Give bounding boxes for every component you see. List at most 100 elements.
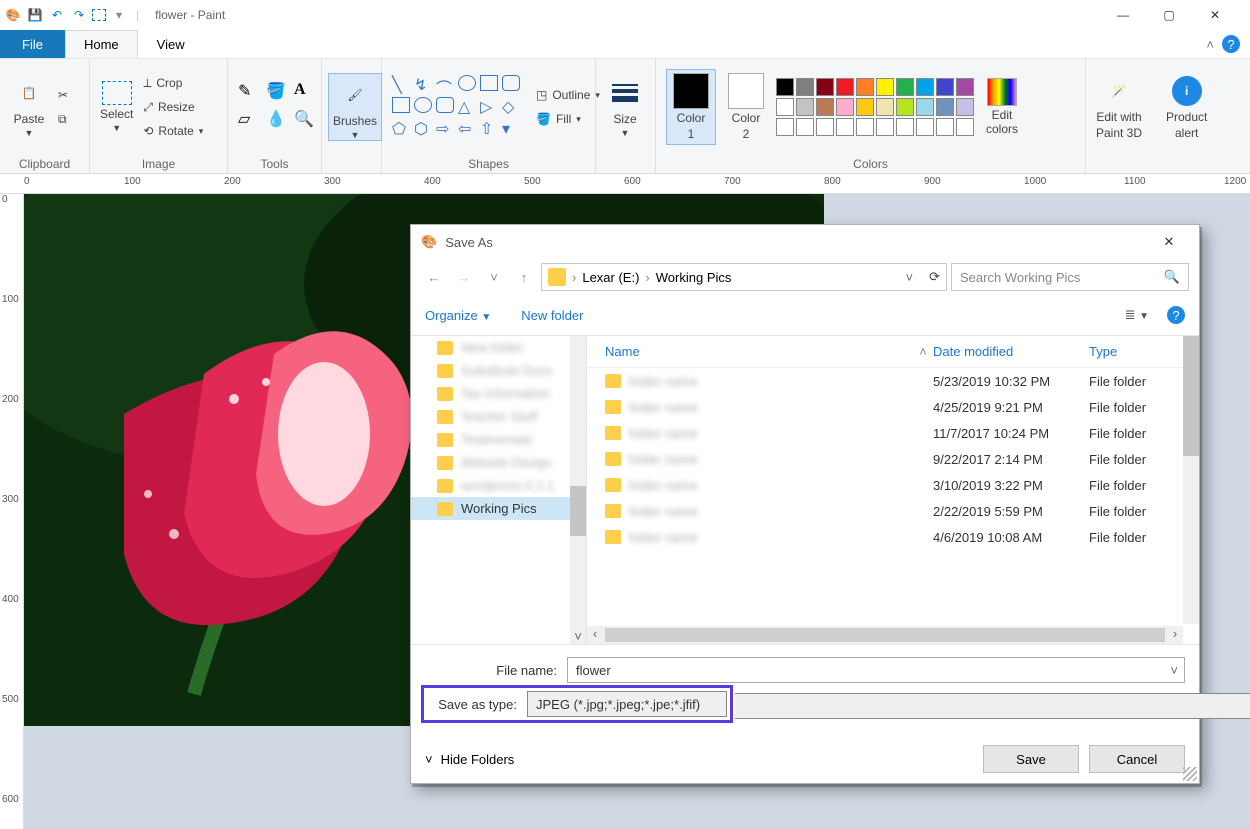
collapse-ribbon-icon[interactable]: ˄ — [1206, 37, 1214, 52]
shapes-gallery[interactable]: ╲↯⌒ △▷◇ ⬠⬡⇨ ⇦⇧▾ — [392, 75, 522, 139]
rotate-button[interactable]: ⟲Rotate▾ — [143, 120, 203, 142]
color-swatch[interactable] — [816, 98, 834, 116]
tree-item-selected[interactable]: Working Pics — [411, 497, 586, 520]
color-swatch-empty[interactable] — [796, 118, 814, 136]
color-swatch[interactable] — [896, 98, 914, 116]
tree-item[interactable]: Teacher Stuff — [411, 405, 586, 428]
picker-tool[interactable]: 💧 — [266, 109, 290, 133]
cancel-button[interactable]: Cancel — [1089, 745, 1185, 773]
qat-dropdown-icon[interactable]: ▾ — [110, 6, 128, 24]
color-swatch[interactable] — [916, 98, 934, 116]
color-swatch[interactable] — [836, 98, 854, 116]
color-swatch[interactable] — [796, 78, 814, 96]
copy-button[interactable]: ⧉ — [58, 108, 68, 130]
new-folder-button[interactable]: New folder — [521, 308, 583, 323]
color-swatch[interactable] — [836, 78, 854, 96]
folder-tree[interactable]: New folderSubstitute DocsTax Information… — [411, 336, 587, 644]
redo-icon[interactable]: ↷ — [70, 6, 88, 24]
tree-item[interactable]: Tax Information — [411, 382, 586, 405]
color-swatch-empty[interactable] — [956, 118, 974, 136]
list-row[interactable]: folder name2/22/2019 5:59 PMFile folder — [587, 498, 1199, 524]
savetype-dropdown[interactable]: JPEG (*.jpg;*.jpeg;*.jpe;*.jfif) — [527, 691, 727, 717]
color1-button[interactable]: Color1 — [666, 69, 716, 145]
qat-select-icon[interactable] — [92, 9, 106, 21]
color-swatch-empty[interactable] — [816, 118, 834, 136]
color-swatch-empty[interactable] — [936, 118, 954, 136]
paint3d-button[interactable]: 🪄 Edit withPaint 3D — [1096, 74, 1142, 140]
undo-icon[interactable]: ↶ — [48, 6, 66, 24]
resize-grip[interactable] — [1183, 767, 1197, 781]
tree-item[interactable]: wordpress-5.1.1 — [411, 474, 586, 497]
color-swatch-empty[interactable] — [856, 118, 874, 136]
tree-scrollbar[interactable]: ˅ — [570, 336, 586, 644]
chevron-down-icon[interactable]: ˅ — [1170, 663, 1178, 678]
eraser-tool[interactable]: ▱ — [238, 109, 262, 133]
file-list[interactable]: Name ˄ Date modified Type folder name5/2… — [587, 336, 1199, 644]
color-swatch-empty[interactable] — [896, 118, 914, 136]
save-button[interactable]: Save — [983, 745, 1079, 773]
color-swatch[interactable] — [936, 98, 954, 116]
color-swatch[interactable] — [876, 78, 894, 96]
color-swatch[interactable] — [956, 98, 974, 116]
refresh-icon[interactable]: ⟳ — [929, 269, 940, 285]
chevron-down-icon[interactable]: ˅ — [906, 270, 914, 285]
list-row[interactable]: folder name5/23/2019 10:32 PMFile folder — [587, 368, 1199, 394]
tab-file[interactable]: File — [0, 30, 65, 58]
product-alert-button[interactable]: i Productalert — [1166, 74, 1207, 140]
tab-home[interactable]: Home — [65, 30, 138, 58]
color-swatch[interactable] — [856, 98, 874, 116]
list-row[interactable]: folder name9/22/2017 2:14 PMFile folder — [587, 446, 1199, 472]
color-swatch-empty[interactable] — [916, 118, 934, 136]
edit-colors-button[interactable]: Edit colors — [986, 78, 1018, 136]
color-swatch[interactable] — [776, 78, 794, 96]
color2-button[interactable]: Color2 — [728, 73, 764, 141]
dialog-help-icon[interactable]: ? — [1167, 306, 1185, 324]
list-row[interactable]: folder name3/10/2019 3:22 PMFile folder — [587, 472, 1199, 498]
list-scrollbar-horizontal[interactable]: ‹› — [587, 626, 1183, 644]
nav-up-button[interactable]: ↑ — [511, 270, 537, 285]
color-swatch-empty[interactable] — [876, 118, 894, 136]
color-swatch-empty[interactable] — [836, 118, 854, 136]
select-button[interactable]: Select▼ — [100, 81, 133, 133]
crop-button[interactable]: ⟂Crop — [143, 72, 203, 94]
tree-item[interactable]: Testimonials — [411, 428, 586, 451]
minimize-button[interactable]: — — [1100, 0, 1146, 30]
color-swatch[interactable] — [956, 78, 974, 96]
text-tool[interactable]: A — [294, 81, 318, 105]
color-swatch[interactable] — [856, 78, 874, 96]
tree-item[interactable]: Website Design — [411, 451, 586, 474]
close-button[interactable]: ✕ — [1192, 0, 1238, 30]
nav-history-button[interactable]: ˅ — [481, 270, 507, 285]
size-button[interactable]: Size▼ — [606, 76, 644, 138]
list-row[interactable]: folder name4/25/2019 9:21 PMFile folder — [587, 394, 1199, 420]
color-swatch[interactable] — [796, 98, 814, 116]
color-swatch[interactable] — [916, 78, 934, 96]
shape-outline-button[interactable]: ◳Outline▾ — [536, 84, 600, 106]
list-row[interactable]: folder name11/7/2017 10:24 PMFile folder — [587, 420, 1199, 446]
nav-back-button[interactable]: ← — [421, 270, 447, 285]
pencil-tool[interactable]: ✎ — [238, 81, 262, 105]
maximize-button[interactable]: ▢ — [1146, 0, 1192, 30]
tree-item[interactable]: Substitute Docs — [411, 359, 586, 382]
tree-item[interactable]: New folder — [411, 336, 586, 359]
color-swatch[interactable] — [816, 78, 834, 96]
hide-folders-button[interactable]: ˅ Hide Folders — [425, 752, 514, 767]
tab-view[interactable]: View — [138, 30, 204, 58]
color-palette[interactable] — [776, 78, 974, 136]
color-swatch[interactable] — [876, 98, 894, 116]
organize-button[interactable]: Organize ▼ — [425, 308, 491, 323]
resize-button[interactable]: ⤢Resize — [143, 96, 203, 118]
filename-input[interactable]: flower˅ — [567, 657, 1185, 683]
nav-forward-button[interactable]: → — [451, 270, 477, 285]
paste-button[interactable]: 📋 Paste▼ — [10, 76, 48, 138]
color-swatch-empty[interactable] — [776, 118, 794, 136]
breadcrumb[interactable]: › Lexar (E:) › Working Pics ˅ ⟳ — [541, 263, 947, 291]
help-icon[interactable]: ? — [1222, 35, 1240, 53]
dialog-close-button[interactable]: ✕ — [1149, 234, 1189, 250]
list-scrollbar-vertical[interactable] — [1183, 336, 1199, 624]
search-input[interactable]: Search Working Pics 🔍 — [951, 263, 1189, 291]
brushes-button[interactable]: 🖌 Brushes▼ — [328, 73, 382, 141]
shape-fill-button[interactable]: 🪣Fill▾ — [536, 108, 600, 130]
view-options-button[interactable]: ≣ ▼ — [1125, 307, 1149, 323]
magnifier-tool[interactable]: 🔍 — [294, 109, 318, 133]
